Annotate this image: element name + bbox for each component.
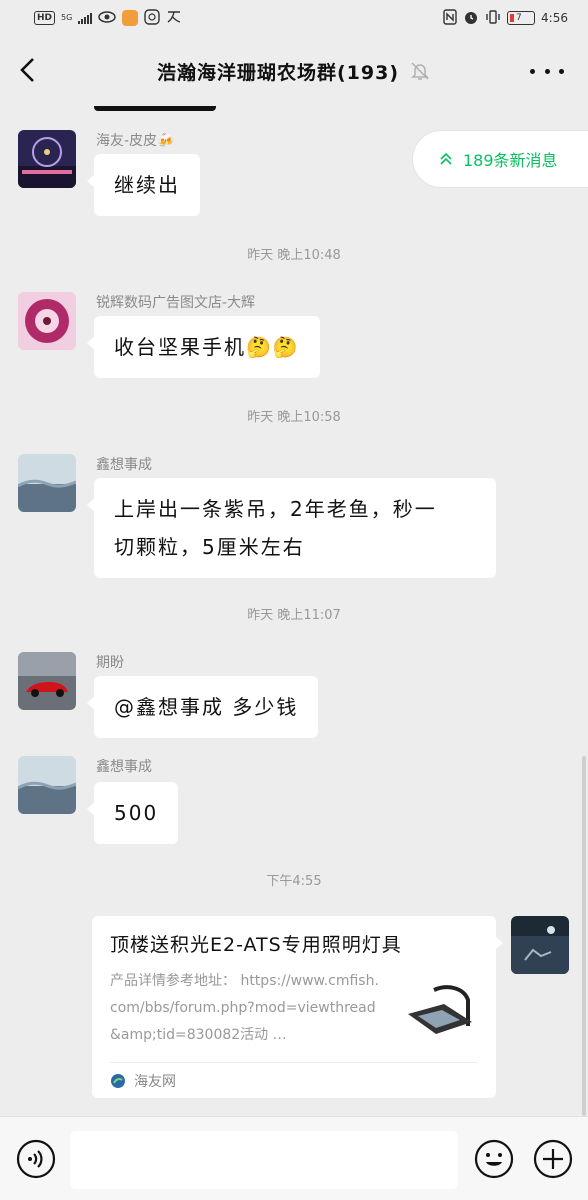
link-card-title: 顶楼送积光E2-ATS专用照明灯具 <box>110 934 402 956</box>
new-messages-button[interactable]: 189条新消息 <box>412 130 588 188</box>
network-5g-label: 5G <box>61 13 73 22</box>
status-left: HD 5G <box>34 8 182 28</box>
clock: 4:56 <box>541 11 568 25</box>
back-button[interactable] <box>14 56 42 84</box>
link-card[interactable]: 顶楼送积光E2-ATS专用照明灯具 产品详情参考地址： https://www.… <box>92 916 503 1098</box>
voice-icon <box>16 1139 56 1179</box>
source-globe-icon <box>111 1074 125 1088</box>
timestamp: 昨天 晚上11:07 <box>247 608 341 623</box>
double-up-chevron-icon <box>440 152 452 165</box>
link-card-source-label: 海友网 <box>134 1074 176 1090</box>
message-bubble[interactable]: 继续出 <box>87 154 200 216</box>
input-bar <box>0 1116 588 1200</box>
new-messages-label: 189条新消息 <box>463 151 558 170</box>
sender-name: 鑫想事成 <box>96 457 152 473</box>
sender-name: 海友-皮皮🍻 <box>96 133 175 149</box>
message-bubble[interactable]: 上岸出一条紫吊，2年老鱼，秒一 切颗粒，5厘米左右 <box>87 478 496 578</box>
voice-button[interactable] <box>16 1139 56 1179</box>
avatar[interactable] <box>18 292 76 350</box>
plus-icon <box>533 1139 573 1179</box>
timestamp: 下午4:55 <box>266 874 322 889</box>
previous-message-edge <box>94 106 216 111</box>
signal-icon <box>78 12 93 24</box>
link-card-thumbnail <box>398 970 478 1050</box>
sender-name: 锐辉数码广告图文店-大辉 <box>96 295 256 311</box>
avatar[interactable] <box>18 756 76 814</box>
emoji-button[interactable] <box>474 1139 514 1179</box>
eye-icon <box>98 10 117 26</box>
translate-icon <box>166 9 182 28</box>
message-input[interactable] <box>70 1131 458 1189</box>
alarm-icon <box>463 9 479 28</box>
more-options-button[interactable] <box>530 62 564 80</box>
message-bubble[interactable]: 收台坚果手机🤔🤔 <box>87 316 320 378</box>
status-bar: HD 5G 7 4:56 <box>0 0 588 36</box>
plus-button[interactable] <box>533 1139 573 1179</box>
sender-name: 鑫想事成 <box>96 759 152 775</box>
chat-header: 浩瀚海洋珊瑚农场群(193) <box>0 36 588 106</box>
avatar[interactable] <box>18 652 76 710</box>
app-icon-2 <box>144 8 161 28</box>
status-right: 7 4:56 <box>443 8 568 28</box>
chat-title: 浩瀚海洋珊瑚农场群(193) <box>156 61 400 84</box>
chat-messages[interactable]: 海友-皮皮🍻 继续出 189条新消息 昨天 晚上10:48 锐辉数码广告图文店-… <box>0 106 588 1116</box>
hd-badge: HD <box>34 11 56 25</box>
app-notification-icon <box>122 10 139 26</box>
avatar[interactable] <box>18 130 76 188</box>
more-dot-icon <box>530 68 535 74</box>
more-dot-icon <box>559 68 564 74</box>
vibrate-icon <box>485 9 501 28</box>
mute-bell-icon <box>409 60 431 82</box>
nfc-icon <box>443 8 457 28</box>
avatar[interactable] <box>18 454 76 512</box>
link-card-source: 海友网 <box>110 1068 176 1094</box>
message-bubble[interactable]: @鑫想事成 多少钱 <box>86 676 319 738</box>
timestamp: 昨天 晚上10:48 <box>247 248 341 263</box>
battery-fill <box>510 14 515 22</box>
message-bubble[interactable]: 500 <box>86 782 179 844</box>
chat-scrollbar[interactable] <box>582 756 586 1116</box>
battery-icon: 7 <box>507 11 536 25</box>
battery-level: 7 <box>516 13 522 23</box>
link-card-divider <box>110 1062 478 1063</box>
message-line: 上岸出一条紫吊，2年老鱼，秒一 <box>114 497 437 521</box>
link-card-description: 产品详情参考地址： https://www.cmfish.com/bbs/for… <box>110 973 379 1043</box>
sender-name: 期盼 <box>96 655 124 671</box>
more-dot-icon <box>544 68 550 74</box>
emoji-icon <box>474 1139 514 1179</box>
message-line: 切颗粒，5厘米左右 <box>114 535 305 559</box>
my-avatar[interactable] <box>511 916 569 974</box>
back-chevron-icon <box>20 58 34 82</box>
timestamp: 昨天 晚上10:58 <box>247 410 341 425</box>
